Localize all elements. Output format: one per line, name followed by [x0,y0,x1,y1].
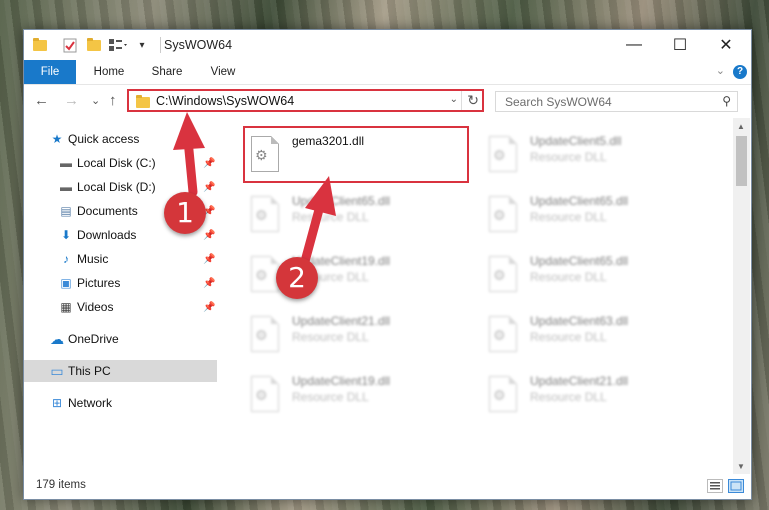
arrow-1-head [173,112,205,150]
arrow-2-shaft [299,201,325,270]
step-2-badge: 2 [276,257,318,299]
annotation-arrows [173,112,336,270]
step-1-badge: 1 [164,192,206,234]
arrow-2-head [305,176,336,216]
